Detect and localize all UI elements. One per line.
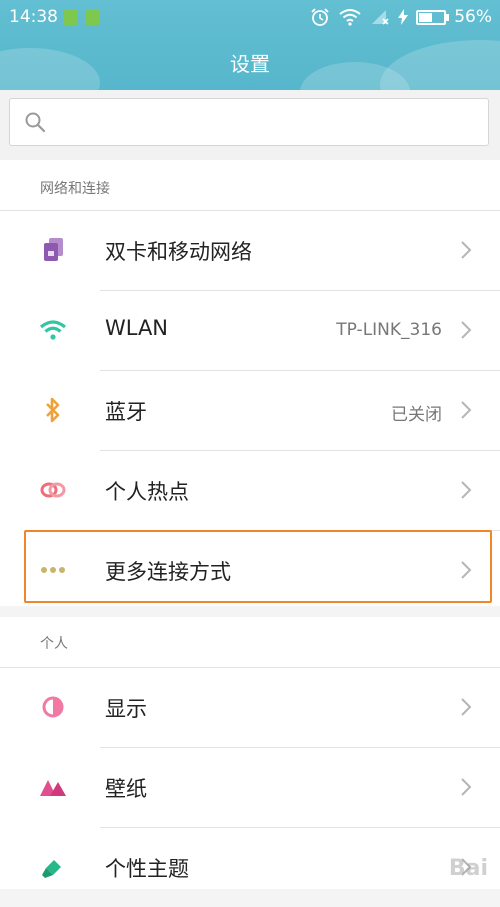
- wallpaper-icon: [38, 774, 68, 800]
- sim2-notification-icon: [85, 10, 100, 25]
- hotspot-icon: [38, 477, 68, 503]
- divider: [100, 530, 500, 531]
- settings-row-dual-sim[interactable]: 双卡和移动网络: [0, 210, 500, 290]
- settings-row-hotspot[interactable]: 个人热点: [0, 450, 500, 530]
- network-section: 网络和连接 双卡和移动网络 WLAN TP-LINK_316 蓝牙 已关闭 个人…: [0, 160, 500, 606]
- divider: [100, 827, 500, 828]
- theme-brush-icon: [38, 854, 68, 880]
- row-label: 壁纸: [105, 777, 147, 801]
- bluetooth-status: 已关闭: [391, 405, 442, 425]
- battery-fill: [419, 12, 433, 22]
- title-bar: 14:38 56% 设置: [0, 0, 500, 90]
- alarm-icon: [311, 8, 329, 26]
- wlan-network-name: TP-LINK_316: [336, 320, 442, 340]
- section-header-personal: 个人: [40, 636, 68, 652]
- charging-icon: [398, 9, 409, 25]
- divider: [100, 747, 500, 748]
- settings-row-bluetooth[interactable]: 蓝牙 已关闭: [0, 370, 500, 450]
- row-label: 更多连接方式: [105, 560, 231, 584]
- row-label: WLAN: [105, 316, 169, 340]
- divider: [0, 667, 500, 668]
- chevron-right-icon: [461, 401, 472, 419]
- more-dots-icon: [38, 557, 68, 583]
- chevron-right-icon: [461, 321, 472, 339]
- row-label: 双卡和移动网络: [105, 240, 252, 264]
- row-label: 蓝牙: [105, 400, 147, 424]
- row-label: 个性主题: [105, 857, 189, 881]
- chevron-right-icon: [461, 698, 472, 716]
- search-input[interactable]: [58, 107, 482, 139]
- search-icon: [25, 112, 46, 133]
- watermark: Bai: [448, 856, 488, 881]
- wifi-icon: [38, 317, 68, 343]
- settings-row-more-connections[interactable]: 更多连接方式: [0, 530, 500, 610]
- chevron-right-icon: [461, 561, 472, 579]
- status-icons: 56%: [310, 6, 492, 28]
- settings-row-wallpaper[interactable]: 壁纸: [0, 747, 500, 827]
- divider: [100, 450, 500, 451]
- divider: [100, 290, 500, 291]
- divider: [0, 210, 500, 211]
- chevron-right-icon: [461, 778, 472, 796]
- search-box[interactable]: [9, 98, 489, 146]
- sim1-notification-icon: [63, 10, 78, 25]
- chevron-right-icon: [461, 241, 472, 259]
- status-time: 14:38: [9, 7, 58, 27]
- divider: [100, 370, 500, 371]
- row-label: 显示: [105, 697, 147, 721]
- bluetooth-icon: [38, 397, 68, 423]
- wifi-status-icon: [339, 9, 361, 26]
- personal-section: 个人 显示 壁纸 个性主题: [0, 617, 500, 889]
- row-label: 个人热点: [105, 480, 189, 504]
- sim-cards-icon: [38, 237, 68, 263]
- battery-icon: [416, 9, 450, 25]
- display-icon: [38, 694, 68, 720]
- settings-row-theme[interactable]: 个性主题: [0, 827, 500, 907]
- page-title: 设置: [230, 52, 270, 76]
- status-bar: 14:38 56%: [0, 0, 500, 34]
- settings-row-display[interactable]: 显示: [0, 667, 500, 747]
- search-area: [0, 90, 500, 160]
- signal-icon: [372, 10, 389, 25]
- section-header-network: 网络和连接: [40, 181, 110, 197]
- settings-row-wlan[interactable]: WLAN TP-LINK_316: [0, 290, 500, 370]
- battery-percent: 56%: [454, 7, 492, 27]
- chevron-right-icon: [461, 481, 472, 499]
